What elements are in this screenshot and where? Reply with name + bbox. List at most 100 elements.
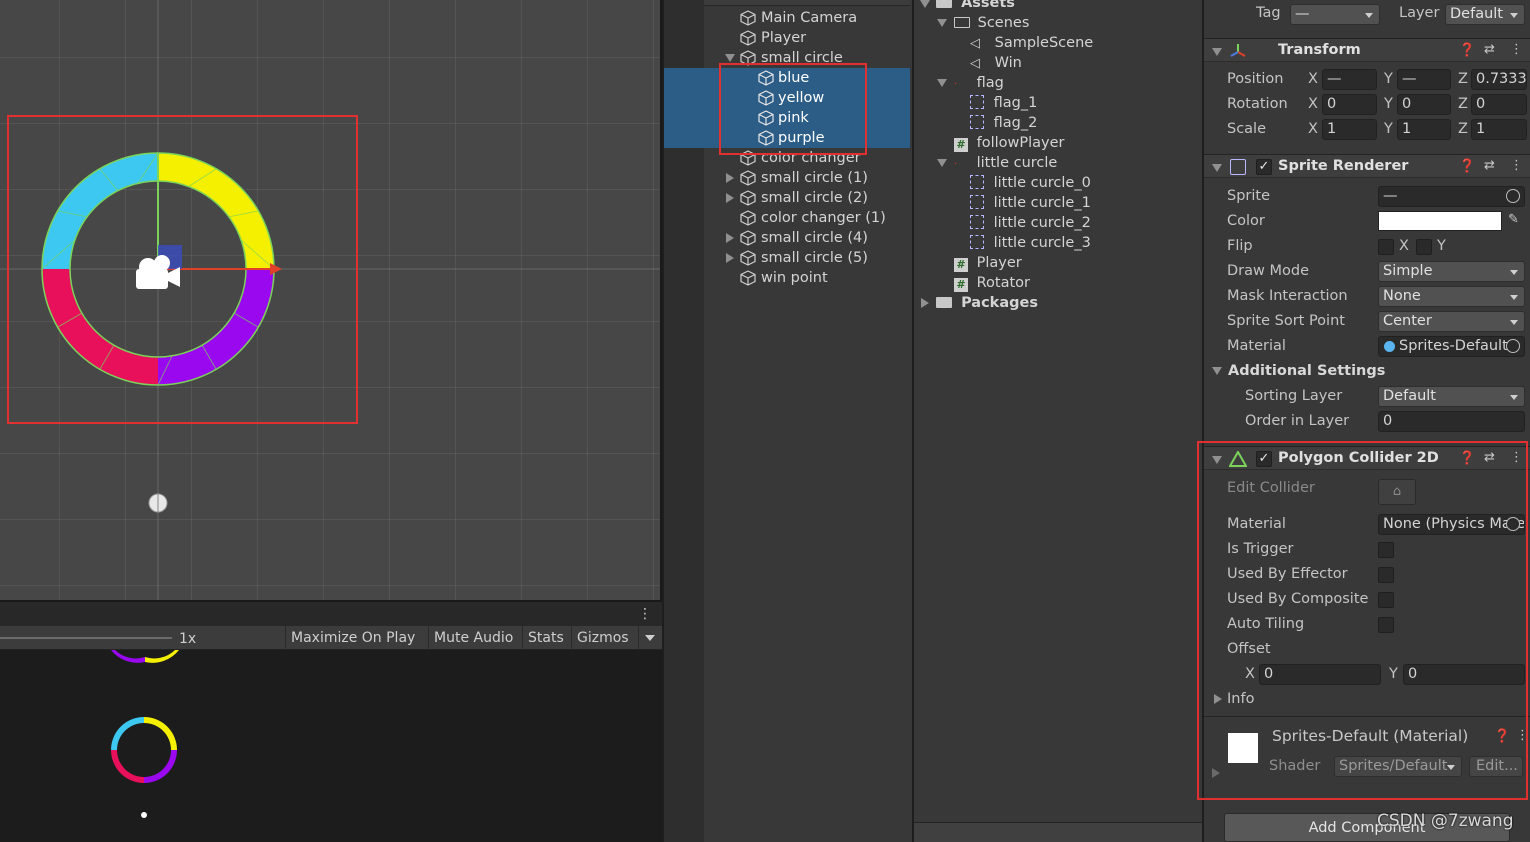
hierarchy-item-win-point[interactable]: win point (740, 268, 828, 288)
hierarchy-item-small-circle-4[interactable]: small circle (4) (740, 228, 868, 248)
expand-arrow-icon[interactable] (920, 0, 930, 8)
scale-slider-track[interactable] (0, 637, 172, 639)
project-sprite-little-curcle-2[interactable]: little curcle_2 (970, 213, 1091, 233)
scl-y-label[interactable]: Y (1384, 121, 1393, 137)
stats-button[interactable]: Stats (522, 626, 569, 650)
project-script-followplayer[interactable]: # followPlayer (954, 133, 1065, 153)
project-folder-scenes[interactable]: Scenes (954, 13, 1029, 33)
sorting-layer-dropdown[interactable]: Default (1378, 386, 1525, 407)
project-sprite-little-curcle-0[interactable]: little curcle_0 (970, 173, 1091, 193)
watermark: CSDN @7zwang (1377, 811, 1514, 831)
project-script-player[interactable]: # Player (954, 253, 1022, 273)
expand-arrow-icon[interactable] (725, 54, 735, 62)
scale-y-field[interactable]: 1 (1397, 119, 1451, 140)
rot-y-label[interactable]: Y (1384, 96, 1393, 112)
help-icon[interactable]: ❓ (1459, 159, 1475, 174)
csharp-script-icon: # (954, 138, 968, 152)
scene-view[interactable] (0, 0, 660, 600)
item-label: color changer (1) (761, 210, 886, 226)
object-picker-icon[interactable] (1506, 339, 1520, 353)
eyedropper-icon[interactable]: ✎ (1508, 212, 1519, 227)
tag-dropdown[interactable]: — (1290, 4, 1380, 25)
hierarchy-item-small-circle-2[interactable]: small circle (2) (740, 188, 868, 208)
csharp-script-icon: # (954, 278, 968, 292)
project-sprite-little-curcle[interactable]: · little curcle (954, 153, 1057, 173)
layer-dropdown[interactable]: Default (1445, 4, 1525, 25)
more-menu-icon[interactable]: ⋮ (638, 604, 652, 624)
hierarchy-item-color-changer-1[interactable]: color changer (1) (740, 208, 886, 228)
scl-x-label[interactable]: X (1308, 121, 1318, 137)
project-sprite-flag-1[interactable]: flag_1 (970, 93, 1037, 113)
rot-x-label[interactable]: X (1308, 96, 1318, 112)
presets-icon[interactable]: ⇄ (1484, 158, 1495, 173)
material-field[interactable]: Sprites-Default (1378, 336, 1525, 357)
gizmos-dropdown[interactable] (638, 626, 660, 650)
draw-mode-dropdown[interactable]: Simple (1378, 261, 1525, 282)
more-menu-icon[interactable]: ⋮ (1510, 158, 1523, 173)
expand-arrow-icon[interactable] (1212, 367, 1222, 375)
hierarchy-item-player[interactable]: Player (740, 28, 806, 48)
transform-header[interactable]: Transform ❓ ⇄ ⋮ (1204, 38, 1530, 62)
sprite-renderer-enabled-checkbox[interactable]: ✓ (1256, 159, 1272, 175)
pos-x-label[interactable]: X (1308, 71, 1318, 87)
sprite-sheet-icon: · (954, 79, 958, 90)
hierarchy-item-small-circle-1[interactable]: small circle (1) (740, 168, 868, 188)
project-folder-packages[interactable]: Packages (936, 293, 1038, 313)
sprite-renderer-header[interactable]: ✓ Sprite Renderer ❓ ⇄ ⋮ (1204, 154, 1530, 178)
flip-x-label: X (1399, 238, 1409, 254)
expand-arrow-icon[interactable] (1212, 48, 1222, 56)
collapse-arrow-icon[interactable] (726, 193, 734, 203)
position-z-field[interactable]: 0.7333 (1471, 69, 1527, 90)
maximize-on-play-button[interactable]: Maximize On Play (285, 626, 420, 650)
project-sprite-flag[interactable]: · flag (954, 73, 1004, 93)
presets-icon[interactable]: ⇄ (1484, 42, 1495, 57)
item-label: Main Camera (761, 10, 858, 26)
gameobject-cube-icon (740, 190, 756, 206)
scl-z-label[interactable]: Z (1458, 121, 1468, 137)
pos-z-label[interactable]: Z (1458, 71, 1468, 87)
object-picker-icon[interactable] (1506, 189, 1520, 203)
project-scene-win[interactable]: ◁ Win (970, 53, 1022, 73)
collapse-arrow-icon[interactable] (726, 173, 734, 183)
hierarchy-item-small-circle-5[interactable]: small circle (5) (740, 248, 868, 268)
project-sprite-flag-2[interactable]: flag_2 (970, 113, 1037, 133)
sprite-sort-point-dropdown[interactable]: Center (1378, 311, 1525, 332)
collapse-arrow-icon[interactable] (726, 233, 734, 243)
mute-audio-button[interactable]: Mute Audio (428, 626, 518, 650)
expand-arrow-icon[interactable] (937, 159, 947, 167)
scale-z-field[interactable]: 1 (1471, 119, 1527, 140)
project-panel (912, 0, 1202, 842)
rotation-z-field[interactable]: 0 (1471, 94, 1527, 115)
collapse-arrow-icon[interactable] (921, 298, 929, 308)
game-view[interactable] (0, 650, 662, 842)
help-icon[interactable]: ❓ (1459, 43, 1475, 58)
expand-arrow-icon[interactable] (937, 79, 947, 87)
order-in-layer-field[interactable]: 0 (1378, 411, 1525, 432)
gizmos-button[interactable]: Gizmos (571, 626, 634, 650)
mask-interaction-dropdown[interactable]: None (1378, 286, 1525, 307)
sprite-icon (970, 175, 984, 189)
pos-y-label[interactable]: Y (1384, 71, 1393, 87)
more-menu-icon[interactable]: ⋮ (1510, 42, 1523, 57)
scale-x-field[interactable]: 1 (1322, 119, 1377, 140)
position-x-field[interactable]: — (1322, 69, 1377, 90)
hierarchy-item-main-camera[interactable]: Main Camera (740, 8, 857, 28)
rotation-x-field[interactable]: 0 (1322, 94, 1377, 115)
expand-arrow-icon[interactable] (937, 19, 947, 27)
flip-x-checkbox[interactable] (1378, 239, 1394, 255)
rotation-y-field[interactable]: 0 (1397, 94, 1451, 115)
project-folder-assets[interactable]: Assets (936, 0, 1015, 13)
flip-y-checkbox[interactable] (1416, 239, 1432, 255)
project-sprite-little-curcle-3[interactable]: little curcle_3 (970, 233, 1091, 253)
rot-z-label[interactable]: Z (1458, 96, 1468, 112)
project-script-rotator[interactable]: # Rotator (954, 273, 1030, 293)
collapse-arrow-icon[interactable] (726, 253, 734, 263)
expand-arrow-icon[interactable] (1212, 164, 1222, 172)
position-y-field[interactable]: — (1397, 69, 1451, 90)
project-scene-samplescene[interactable]: ◁ SampleScene (970, 33, 1093, 53)
project-sprite-little-curcle-1[interactable]: little curcle_1 (970, 193, 1091, 213)
color-swatch[interactable] (1378, 211, 1502, 231)
sprite-icon (970, 235, 984, 249)
additional-settings-label[interactable]: Additional Settings (1228, 363, 1385, 379)
sprite-field[interactable]: — (1378, 186, 1525, 207)
